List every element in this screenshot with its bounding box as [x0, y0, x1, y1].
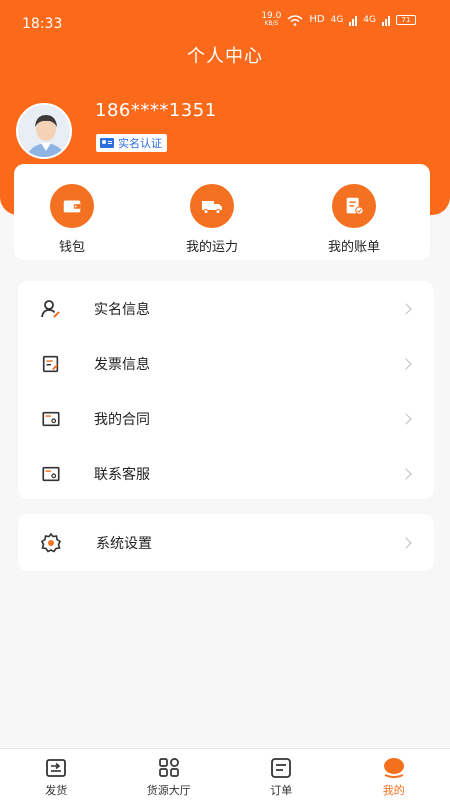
- tab-cargo-hall[interactable]: 货源大厅: [113, 749, 226, 800]
- wallet-icon: [50, 184, 94, 228]
- invoice-icon: [40, 353, 62, 375]
- menu-item-label: 我的合同: [94, 411, 150, 428]
- quick-action-label: 钱包: [58, 240, 85, 255]
- bottom-tab-bar: 发货 货源大厅 订单 我的: [0, 748, 450, 800]
- chevron-right-icon: [400, 302, 412, 315]
- signal-1-label: 4G: [330, 14, 344, 25]
- avatar[interactable]: [16, 103, 72, 159]
- truck-icon: [190, 184, 234, 228]
- menu-item-label: 系统设置: [96, 535, 152, 552]
- settings-menu-card: 系统设置: [18, 514, 434, 571]
- menu-item-system-settings[interactable]: 系统设置: [18, 514, 434, 571]
- tab-mine[interactable]: 我的: [338, 749, 450, 800]
- tab-orders[interactable]: 订单: [225, 749, 338, 800]
- menu-item-real-name-info[interactable]: 实名信息: [18, 281, 434, 336]
- profile-icon: [382, 757, 406, 779]
- user-edit-icon: [40, 298, 62, 320]
- verified-badge[interactable]: 实名认证: [96, 134, 167, 152]
- bill-icon: [332, 184, 376, 228]
- tab-ship[interactable]: 发货: [0, 749, 113, 800]
- quick-actions-card: 钱包 我的运力 我的账单: [14, 164, 430, 260]
- battery-icon: 71: [396, 15, 416, 25]
- id-card-icon: [100, 138, 114, 148]
- chevron-right-icon: [400, 412, 412, 425]
- page-title: 个人中心: [187, 46, 263, 67]
- menu-item-my-contracts[interactable]: 我的合同: [18, 391, 434, 446]
- wifi-icon: [287, 14, 303, 26]
- verified-label: 实名认证: [118, 137, 162, 150]
- ship-icon: [44, 757, 68, 779]
- tab-label: 订单: [270, 784, 293, 797]
- grid-icon: [157, 757, 181, 779]
- menu-item-label: 发票信息: [94, 356, 150, 373]
- menu-item-label: 联系客服: [94, 466, 150, 483]
- quick-action-wallet[interactable]: 钱包: [22, 184, 122, 255]
- tab-label: 我的: [382, 784, 405, 797]
- quick-action-label: 我的账单: [327, 240, 380, 255]
- menu-item-invoice-info[interactable]: 发票信息: [18, 336, 434, 391]
- info-menu-card: 实名信息 发票信息 我的合同 联系客服: [18, 281, 434, 499]
- quick-action-label: 我的运力: [185, 240, 238, 255]
- menu-item-customer-service[interactable]: 联系客服: [18, 446, 434, 501]
- service-icon: [40, 463, 62, 485]
- signal-1-icon: [349, 14, 358, 26]
- chevron-right-icon: [400, 467, 412, 480]
- signal-2-icon: [382, 14, 390, 26]
- chevron-right-icon: [400, 357, 412, 370]
- tab-label: 发货: [45, 784, 68, 797]
- status-time: 18:33: [22, 16, 63, 32]
- chevron-right-icon: [400, 536, 412, 549]
- quick-action-capacity[interactable]: 我的运力: [162, 184, 262, 255]
- menu-item-label: 实名信息: [94, 301, 150, 318]
- gear-icon: [40, 532, 62, 554]
- quick-action-bills[interactable]: 我的账单: [304, 184, 404, 255]
- order-icon: [269, 757, 293, 779]
- hd-indicator: HD: [309, 14, 325, 25]
- contract-icon: [40, 408, 62, 430]
- tab-label: 货源大厅: [146, 784, 191, 797]
- network-speed: 19.0 KB/S: [261, 11, 282, 28]
- status-bar: 18:33 19.0 KB/S HD 4G 4G 71: [0, 0, 450, 44]
- user-phone: 186****1351: [95, 100, 217, 121]
- status-icons: 19.0 KB/S HD 4G 4G 71: [261, 12, 416, 28]
- signal-2-label: 4G: [363, 14, 376, 25]
